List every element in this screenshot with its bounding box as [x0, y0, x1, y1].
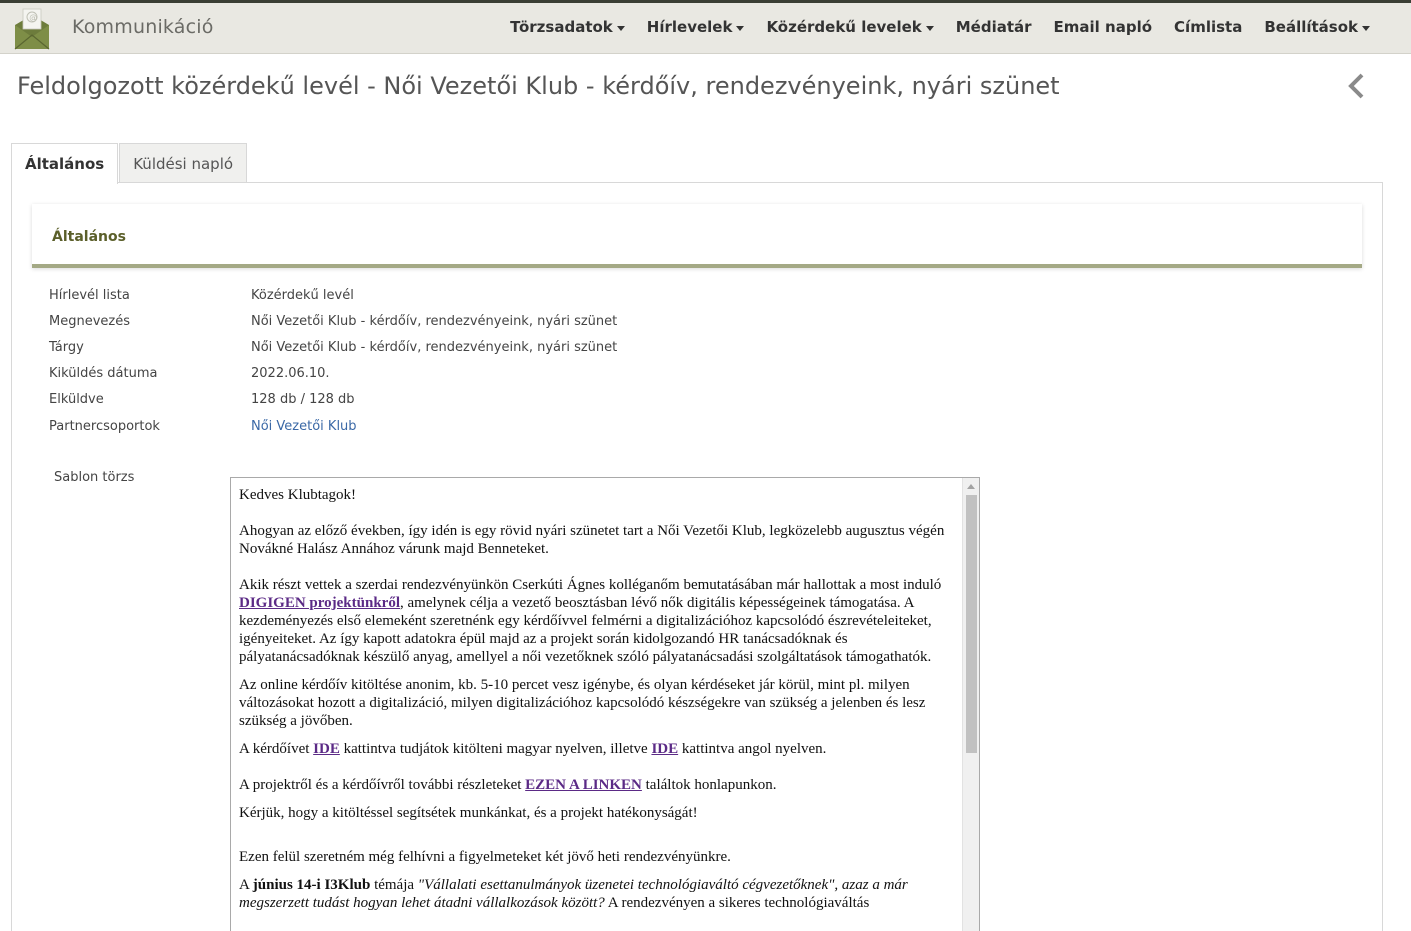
partnercsoport-link[interactable]: Női Vezetői Klub [251, 419, 357, 434]
section-title: Általános [52, 229, 126, 245]
nav-label: Törzsadatok [510, 18, 613, 36]
field-value: Női Vezetői Klub - kérdőív, rendezvényei… [251, 314, 618, 329]
nav-hirlevelek[interactable]: Hírlevelek [636, 18, 756, 36]
template-paragraph: A projektről és a kérdőívről további rés… [239, 776, 955, 794]
text-span: A kérdőívet [239, 741, 314, 757]
template-paragraph: Kérjük, hogy a kitöltéssel segítsétek mu… [239, 805, 698, 821]
scroll-up-arrow-icon[interactable] [967, 484, 975, 489]
template-paragraph: Az online kérdőív kitöltése anonim, kb. … [239, 677, 926, 729]
template-body-label: Sablon törzs [54, 470, 135, 485]
nav-label: Beállítások [1264, 18, 1358, 36]
template-body-frame[interactable]: Kedves Klubtagok! Ahogyan az előző évekb… [230, 477, 980, 931]
main-nav: Törzsadatok Hírlevelek Közérdekű levelek… [499, 18, 1381, 36]
top-navbar: @ Kommunikáció Törzsadatok Hírlevelek Kö… [0, 0, 1411, 54]
nav-label: Hírlevelek [646, 18, 733, 36]
template-greeting: Kedves Klubtagok! [239, 487, 357, 503]
nav-beallitasok[interactable]: Beállítások [1253, 18, 1381, 36]
field-value: Női Vezetői Klub - kérdőív, rendezvényei… [251, 340, 618, 355]
text-span: Akik részt vettek a szerdai rendezvényün… [239, 577, 942, 593]
app-title: Kommunikáció [72, 16, 214, 38]
text-span: kattintva tudjátok kitölteni magyar nyel… [339, 741, 652, 757]
field-label: Kiküldés dátuma [49, 366, 158, 381]
text-span: A projektről és a kérdőívről további rés… [239, 777, 526, 793]
tab-bar: Általános Küldési napló [11, 143, 248, 184]
text-span: kattintva angol nyelven. [678, 741, 827, 757]
nav-label: Médiatár [955, 18, 1032, 36]
text-bold: június 14-i I3Klub [252, 877, 371, 893]
survey-en-link[interactable]: IDE [651, 741, 678, 757]
nav-kozerdeku-levelek[interactable]: Közérdekű levelek [755, 18, 944, 36]
field-value: 128 db / 128 db [251, 392, 355, 407]
project-details-link[interactable]: EZEN A LINKEN [525, 777, 642, 793]
template-body-content: Kedves Klubtagok! Ahogyan az előző évekb… [239, 486, 955, 922]
field-label: Megnevezés [49, 314, 130, 329]
tab-altalanos[interactable]: Általános [11, 143, 119, 184]
nav-mediatar[interactable]: Médiatár [945, 18, 1043, 36]
caret-down-icon [736, 25, 745, 31]
field-value: 2022.06.10. [251, 366, 330, 381]
template-paragraph: Ezen felül szeretném még felhívni a figy… [239, 849, 731, 865]
text-span: találtok honlapunkon. [641, 777, 777, 793]
survey-hu-link[interactable]: IDE [313, 741, 340, 757]
field-label: Elküldve [49, 392, 104, 407]
chevron-left-back-icon[interactable] [1346, 72, 1366, 100]
template-paragraph: Akik részt vettek a szerdai rendezvényün… [239, 576, 955, 666]
nav-email-naplo[interactable]: Email napló [1043, 18, 1164, 36]
nav-label: Közérdekű levelek [766, 18, 922, 36]
caret-down-icon [1362, 25, 1370, 31]
nav-cimlista[interactable]: Címlista [1163, 18, 1253, 36]
field-label: Tárgy [49, 340, 84, 355]
field-label: Partnercsoportok [49, 419, 160, 434]
text-span: A [239, 877, 253, 893]
template-paragraph: Ahogyan az előző években, így idén is eg… [239, 523, 945, 557]
nav-label: Email napló [1053, 18, 1153, 36]
envelope-logo-icon[interactable]: @ [13, 7, 51, 51]
template-scrollbar[interactable] [962, 478, 979, 931]
section-header-card: Általános [32, 204, 1362, 268]
caret-down-icon [616, 25, 625, 31]
tab-kuldesi-naplo[interactable]: Küldési napló [119, 143, 248, 183]
digigen-link[interactable]: DIGIGEN projektünkről [239, 595, 400, 611]
caret-down-icon [925, 25, 934, 31]
nav-torzsadatok[interactable]: Törzsadatok [499, 18, 636, 36]
text-span: témája [370, 877, 418, 893]
text-span: A rendezvényen a sikeres technológiavált… [604, 895, 870, 911]
template-paragraph: A kérdőívet IDE kattintva tudjátok kitöl… [239, 740, 955, 758]
scroll-thumb[interactable] [966, 495, 977, 753]
template-paragraph: A június 14-i I3Klub témája "Vállalati e… [239, 876, 955, 912]
nav-label: Címlista [1174, 18, 1243, 36]
page-title: Feldolgozott közérdekű levél - Női Vezet… [17, 72, 1060, 100]
field-value: Közérdekű levél [251, 288, 354, 303]
field-label: Hírlevél lista [49, 288, 130, 303]
svg-text:@: @ [29, 13, 37, 22]
